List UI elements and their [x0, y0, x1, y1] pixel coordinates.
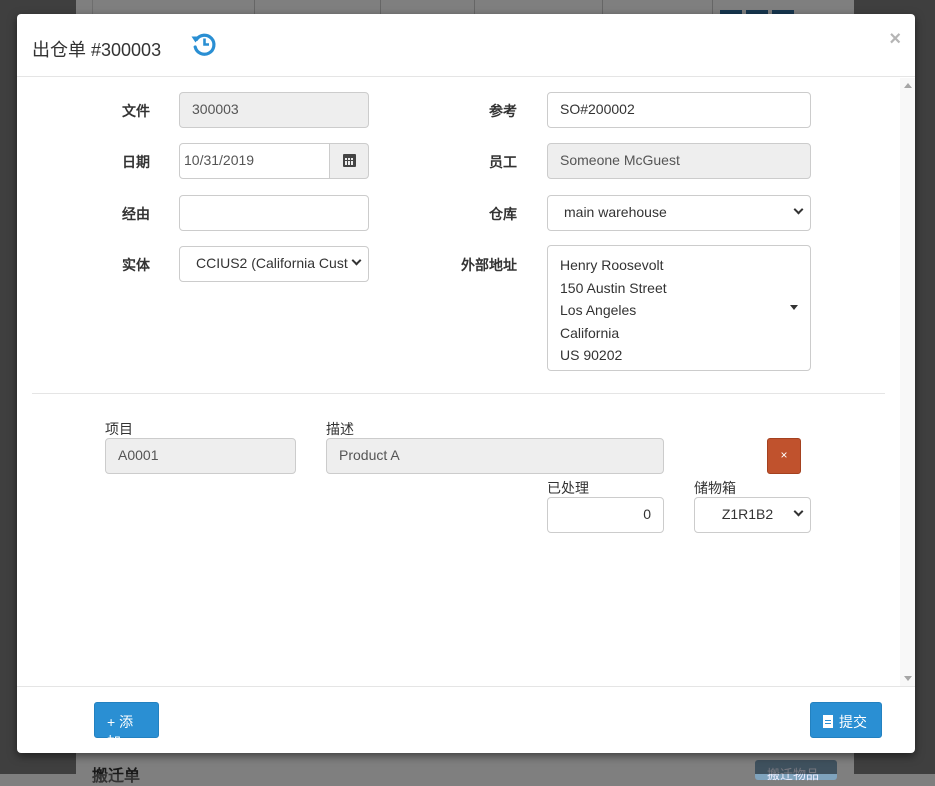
employee-field: Someone McGuest	[547, 143, 811, 179]
warehouse-label: 仓库	[489, 206, 517, 222]
reference-input[interactable]: SO#200002	[547, 92, 811, 128]
description-field: Product A	[326, 438, 664, 474]
item-field: A0001	[105, 438, 296, 474]
calendar-button[interactable]	[329, 143, 369, 179]
date-label: 日期	[122, 154, 150, 170]
file-icon	[823, 715, 833, 728]
address-line: Los Angeles	[560, 302, 637, 318]
address-line: Henry Roosevolt	[560, 257, 664, 273]
modal-scrollbar[interactable]	[900, 78, 915, 686]
processed-quantity-input[interactable]: 0	[547, 497, 664, 533]
modal-title: 出仓单 #300003	[32, 40, 162, 60]
section-divider	[32, 393, 885, 394]
external-address-label: 外部地址	[461, 257, 517, 273]
scroll-up-icon[interactable]	[904, 83, 912, 88]
delete-line-button[interactable]: ×	[767, 438, 801, 474]
employee-label: 员工	[489, 154, 517, 170]
history-icon[interactable]	[190, 30, 218, 58]
address-line: California	[560, 324, 620, 341]
add-button[interactable]: + 添加	[94, 702, 159, 750]
close-icon[interactable]: ×	[889, 28, 901, 51]
chevron-down-icon	[351, 255, 362, 266]
modal-footer: + 添加 提交	[17, 686, 915, 753]
processed-label: 已处理	[547, 480, 589, 496]
modal-header: 出仓单 #300003 ×	[17, 14, 915, 77]
transfer-out-modal: 出仓单 #300003 × 文件 300003 日期 10/31/2019 经由…	[17, 14, 915, 753]
calendar-icon	[343, 154, 356, 167]
warehouse-select[interactable]: main warehouse	[547, 195, 811, 231]
submit-button[interactable]: 提交	[810, 702, 882, 738]
bin-select[interactable]: Z1R1B2	[694, 497, 811, 533]
entity-select[interactable]: CCIUS2 (California Cust	[179, 246, 369, 282]
submit-button-label: 提交	[839, 714, 867, 730]
document-label: 文件	[122, 103, 150, 119]
chevron-down-icon	[793, 204, 804, 215]
entity-label: 实体	[122, 257, 150, 273]
address-line: US 90202	[560, 347, 623, 363]
modal-body: 文件 300003 日期 10/31/2019 经由 实体 CCIUS2 (Ca…	[17, 78, 915, 686]
bin-select-value: Z1R1B2	[721, 506, 774, 522]
bin-label: 储物箱	[694, 480, 736, 496]
document-field: 300003	[179, 92, 369, 128]
warehouse-select-value: main warehouse	[564, 204, 667, 220]
reference-label: 参考	[489, 103, 517, 119]
description-label: 描述	[326, 421, 354, 437]
chevron-down-icon	[793, 506, 804, 517]
caret-down-icon	[790, 305, 798, 310]
item-label: 项目	[105, 421, 133, 437]
external-address-select[interactable]: Henry Roosevolt 150 Austin Street Los An…	[547, 245, 811, 371]
date-input[interactable]: 10/31/2019	[179, 143, 331, 179]
entity-select-value: CCIUS2 (California Cust	[196, 255, 348, 271]
address-line: 150 Austin Street	[560, 279, 667, 296]
via-input[interactable]	[179, 195, 369, 231]
via-label: 经由	[122, 206, 150, 222]
scroll-down-icon[interactable]	[904, 676, 912, 681]
